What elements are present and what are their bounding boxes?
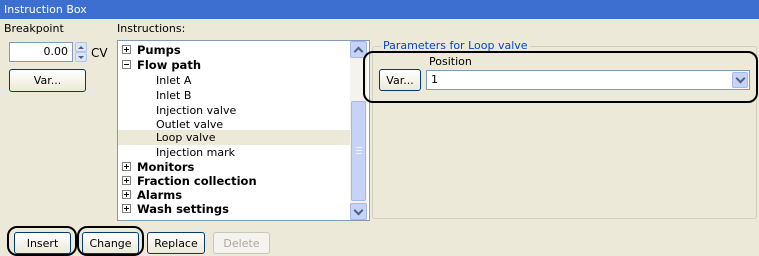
tree-item-inlet-b[interactable]: Inlet B <box>156 88 191 104</box>
expand-plus-icon[interactable] <box>122 45 131 54</box>
instructions-label: Instructions: <box>117 22 186 35</box>
scroll-down-button[interactable] <box>350 203 367 220</box>
breakpoint-spinner[interactable] <box>75 42 87 62</box>
highlight-change-outline <box>77 226 144 256</box>
grip-line <box>356 153 362 154</box>
window-title-bar: Instruction Box <box>0 0 759 19</box>
grip-line <box>356 147 362 148</box>
tree-item-inlet-a[interactable]: Inlet A <box>156 73 191 89</box>
highlight-parameters-outline <box>363 51 758 103</box>
expand-plus-icon[interactable] <box>122 204 131 213</box>
breakpoint-label: Breakpoint <box>4 22 64 35</box>
spin-down-button[interactable] <box>75 52 87 62</box>
instructions-tree[interactable]: Pumps Flow path Inlet A Inlet B Injectio… <box>117 40 370 221</box>
collapse-minus-icon[interactable] <box>122 60 131 69</box>
arrow-up-icon <box>78 45 84 49</box>
chevron-down-icon <box>353 205 364 215</box>
tree-item-label: Flow path <box>137 58 202 72</box>
grip-line <box>356 150 362 151</box>
breakpoint-var-button[interactable]: Var... <box>9 69 86 92</box>
selected-highlight <box>118 130 350 145</box>
chevron-up-icon <box>353 46 364 56</box>
arrow-down-icon <box>78 55 84 59</box>
window-title: Instruction Box <box>4 3 87 16</box>
breakpoint-input[interactable]: 0.00 <box>9 42 73 62</box>
tree-item-loop-valve[interactable]: Loop valve <box>156 130 215 146</box>
expand-plus-icon[interactable] <box>122 176 131 185</box>
delete-button[interactable]: Delete <box>213 232 270 254</box>
replace-button[interactable]: Replace <box>147 232 205 254</box>
spin-up-button[interactable] <box>75 42 87 52</box>
breakpoint-unit: CV <box>91 46 108 60</box>
expand-plus-icon[interactable] <box>122 190 131 199</box>
expand-plus-icon[interactable] <box>122 162 131 171</box>
highlight-insert-outline <box>7 226 77 256</box>
tree-item-label: Wash settings <box>137 202 229 216</box>
scroll-thumb[interactable] <box>351 101 366 201</box>
tree-item-label: Pumps <box>137 43 181 57</box>
